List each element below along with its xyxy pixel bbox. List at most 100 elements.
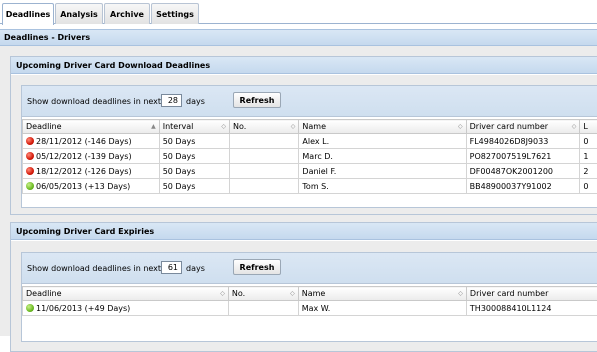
column-header-interval[interactable]: Interval ◇ xyxy=(159,120,229,134)
name-cell: Marc D. xyxy=(299,149,466,164)
interval-cell: 50 Days xyxy=(159,149,229,164)
refresh-button-label: Refresh xyxy=(240,96,275,105)
tab-label: Deadlines xyxy=(6,10,51,19)
deadline-text: 11/06/2013 (+49 Days) xyxy=(36,304,130,313)
last-cell: 0 xyxy=(580,134,597,149)
column-header-label: No. xyxy=(232,289,245,298)
section-body: Show download deadlines in next: 28 days… xyxy=(11,75,597,214)
refresh-button[interactable]: Refresh xyxy=(233,259,281,275)
sort-arrows-icon: ◇ xyxy=(221,123,226,130)
section-title: Upcoming Driver Card Expiries xyxy=(11,223,597,240)
download-deadlines-panel: Upcoming Driver Card Download Deadlines … xyxy=(10,56,597,215)
deadline-text: 28/11/2012 (-146 Days) xyxy=(36,137,132,146)
column-header-label: Name xyxy=(302,122,326,131)
number-cell xyxy=(230,149,299,164)
table-header-row: Deadline ◇ No. ◇ Name◇ Driver card number xyxy=(23,287,597,301)
name-cell: Max W. xyxy=(298,301,466,316)
refresh-button[interactable]: Refresh xyxy=(233,92,281,108)
expiry-list-box: Show download deadlines in next: 61 days… xyxy=(21,252,597,342)
section-title-text: Upcoming Driver Card Expiries xyxy=(16,227,154,236)
card-number-cell: PO827007519L7621 xyxy=(466,149,580,164)
sort-arrows-icon: ◇ xyxy=(572,123,577,130)
status-red-icon xyxy=(26,167,34,175)
column-header-deadline[interactable]: Deadline▲ xyxy=(23,120,160,134)
deadline-cell: 11/06/2013 (+49 Days) xyxy=(23,301,229,316)
column-header-label: Name xyxy=(302,289,326,298)
number-cell xyxy=(228,301,298,316)
days-unit: days xyxy=(186,97,205,106)
status-red-icon xyxy=(26,137,34,145)
filter-label: Show download deadlines in next: xyxy=(27,264,164,273)
deadline-text: 05/12/2012 (-139 Days) xyxy=(36,152,132,161)
table-row[interactable]: 06/05/2013 (+13 Days) 50 Days Tom S. BB4… xyxy=(23,179,597,194)
deadline-cell: 05/12/2012 (-139 Days) xyxy=(23,149,160,164)
filter-label: Show download deadlines in next: xyxy=(27,97,164,106)
column-header-label: Driver card number xyxy=(470,289,548,298)
last-cell: 2 xyxy=(580,164,597,179)
card-number-cell: BB48900037Y91002 xyxy=(466,179,580,194)
column-header-card-number[interactable]: Driver card number ◇ xyxy=(466,120,580,134)
days-input[interactable]: 28 xyxy=(161,94,182,107)
sort-arrows-icon: ◇ xyxy=(458,123,463,130)
tab-settings[interactable]: Settings xyxy=(151,3,199,24)
status-red-icon xyxy=(26,152,34,160)
number-cell xyxy=(230,164,299,179)
deadline-list-box: Show download deadlines in next: 28 days… xyxy=(21,85,597,208)
section-body: Show download deadlines in next: 61 days… xyxy=(11,241,597,351)
deadline-cell: 06/05/2013 (+13 Days) xyxy=(23,179,160,194)
filter-toolbar: Show download deadlines in next: 28 days… xyxy=(22,86,597,117)
days-input[interactable]: 61 xyxy=(161,261,182,274)
interval-cell: 50 Days xyxy=(159,134,229,149)
deadline-cell: 18/12/2012 (-126 Days) xyxy=(23,164,160,179)
tab-analysis[interactable]: Analysis xyxy=(55,3,103,24)
days-input-value: 61 xyxy=(168,263,178,272)
name-cell: Tom S. xyxy=(299,179,466,194)
days-unit: days xyxy=(186,264,205,273)
card-number-cell: DF00487OK2001200 xyxy=(466,164,580,179)
column-header-name[interactable]: Name ◇ xyxy=(299,120,466,134)
tab-archive[interactable]: Archive xyxy=(104,3,150,24)
deadline-text: 18/12/2012 (-126 Days) xyxy=(36,167,132,176)
tab-deadlines[interactable]: Deadlines xyxy=(2,3,54,25)
section-title-text: Upcoming Driver Card Download Deadlines xyxy=(16,61,210,70)
card-number-cell: FL4984026D8J9033 xyxy=(466,134,580,149)
table-row[interactable]: 11/06/2013 (+49 Days) Max W. TH300088410… xyxy=(23,301,597,316)
column-header-no[interactable]: No. ◇ xyxy=(228,287,298,301)
download-deadlines-table: Deadline▲ Interval◇ No.◇ Name◇ Driver ca… xyxy=(22,119,597,194)
status-green-icon xyxy=(26,182,34,190)
column-header-card-number[interactable]: Driver card number xyxy=(466,287,597,301)
deadline-text: 06/05/2013 (+13 Days) xyxy=(36,182,130,191)
card-expiries-table: Deadline◇ No.◇ Name◇ Driver card number … xyxy=(22,286,597,316)
last-cell: 1 xyxy=(580,149,597,164)
name-cell: Alex L. xyxy=(299,134,466,149)
tab-label: Analysis xyxy=(60,10,98,19)
column-header-label: Deadline xyxy=(26,289,62,298)
refresh-button-label: Refresh xyxy=(240,263,275,272)
table-row[interactable]: 05/12/2012 (-139 Days) 50 Days Marc D. P… xyxy=(23,149,597,164)
table-row[interactable]: 18/12/2012 (-126 Days) 50 Days Daniel F.… xyxy=(23,164,597,179)
column-header-label: Interval xyxy=(163,122,194,131)
card-number-cell: TH300088410L1124 xyxy=(466,301,597,316)
name-cell: Daniel F. xyxy=(299,164,466,179)
last-cell: 0 xyxy=(580,179,597,194)
interval-cell: 50 Days xyxy=(159,164,229,179)
tab-label: Archive xyxy=(110,10,144,19)
filter-toolbar: Show download deadlines in next: 61 days… xyxy=(22,253,597,284)
column-header-label: L xyxy=(583,122,587,131)
status-green-icon xyxy=(26,304,34,312)
column-header-label: Driver card number xyxy=(470,122,548,131)
column-header-last[interactable]: L xyxy=(580,120,597,134)
column-header-no[interactable]: No.◇ xyxy=(230,120,299,134)
interval-cell: 50 Days xyxy=(159,179,229,194)
column-header-label: Deadline xyxy=(26,122,62,131)
content-area: Upcoming Driver Card Download Deadlines … xyxy=(0,46,597,336)
days-input-value: 28 xyxy=(168,96,178,105)
sort-arrows-icon: ◇ xyxy=(220,290,225,297)
column-header-name[interactable]: Name◇ xyxy=(298,287,466,301)
column-header-label: No. xyxy=(233,122,246,131)
card-expiries-panel: Upcoming Driver Card Expiries Show downl… xyxy=(10,222,597,352)
table-row[interactable]: 28/11/2012 (-146 Days) 50 Days Alex L. F… xyxy=(23,134,597,149)
column-header-deadline[interactable]: Deadline ◇ xyxy=(23,287,229,301)
sort-arrows-icon: ◇ xyxy=(290,290,295,297)
deadline-cell: 28/11/2012 (-146 Days) xyxy=(23,134,160,149)
